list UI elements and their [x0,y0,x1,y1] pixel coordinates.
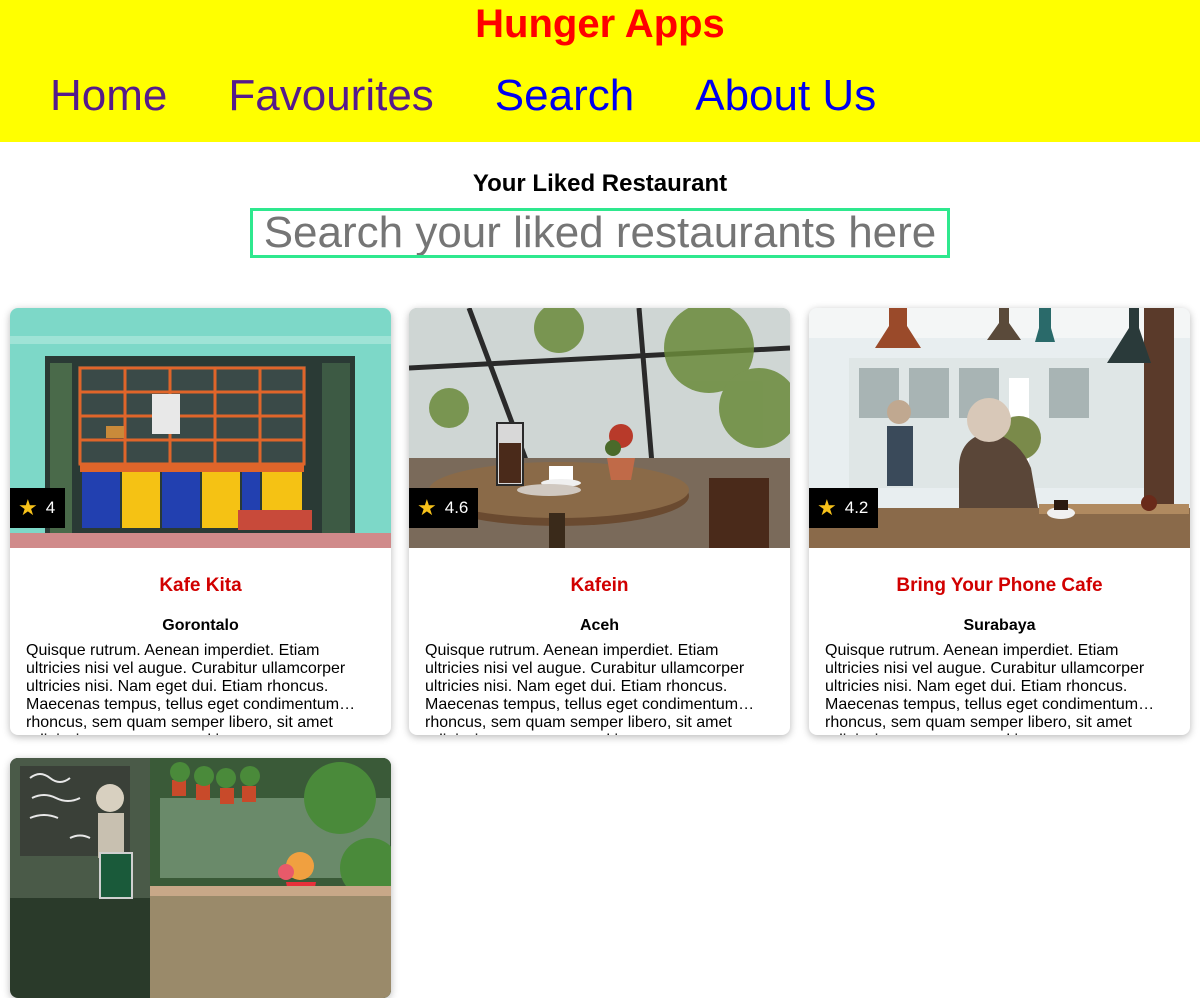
restaurant-name[interactable]: Bring Your Phone Cafe [809,548,1190,598]
search-input[interactable] [250,208,950,258]
storefront-image [10,308,391,548]
rating-badge: ★ 4.6 [409,488,479,528]
content-title: Your Liked Restaurant [472,170,728,197]
nav-home-link[interactable]: Home [50,71,167,120]
nav-list: Home Favourites Search About Us [50,68,937,124]
restaurant-name[interactable]: Kafein [409,548,790,598]
nav-favourites-link[interactable]: Favourites [228,71,433,120]
restaurant-description: Quisque rutrum. Aenean imperdiet. Etiam … [425,642,745,735]
restaurant-description: Quisque rutrum. Aenean imperdiet. Etiam … [825,642,1145,735]
nav-about-us-link[interactable]: About Us [695,71,876,120]
rating-badge: ★ 4 [10,488,66,528]
restaurant-card[interactable]: ★ 4.2 Bring Your Phone Cafe Surabaya Qui… [809,308,1190,735]
restaurant-city: Gorontalo [162,617,239,634]
restaurant-card[interactable]: ★ 4 Kafe Kita Gorontalo Quisque rutrum. … [10,308,391,735]
star-icon: ★ [18,495,38,520]
restaurant-image: ★ 4.6 [409,308,790,548]
restaurant-card[interactable]: ★ 4.6 Kafein Aceh Quisque rutrum. Aenean… [409,308,790,735]
restaurant-card[interactable] [10,758,391,998]
restaurant-description: Quisque rutrum. Aenean imperdiet. Etiam … [26,642,346,735]
rating-value: 4.2 [844,498,869,517]
restaurant-image: ★ 4.2 [809,308,1190,548]
rating-value: 4 [45,498,56,517]
nav-search-link[interactable]: Search [495,71,634,120]
restaurant-city: Surabaya [963,617,1036,634]
star-icon: ★ [417,495,437,520]
star-icon: ★ [817,495,837,520]
restaurant-image [10,758,391,998]
rating-badge: ★ 4.2 [809,488,879,528]
restaurant-name[interactable]: Kafe Kita [10,548,391,598]
rating-value: 4.6 [444,498,469,517]
garden-cafe-image [10,758,391,998]
app-header: Hunger Apps Home Favourites Search About… [0,0,1200,142]
app-title: Hunger Apps [475,2,725,46]
search-container [250,208,950,258]
restaurant-image: ★ 4 [10,308,391,548]
restaurant-city: Aceh [579,617,620,634]
